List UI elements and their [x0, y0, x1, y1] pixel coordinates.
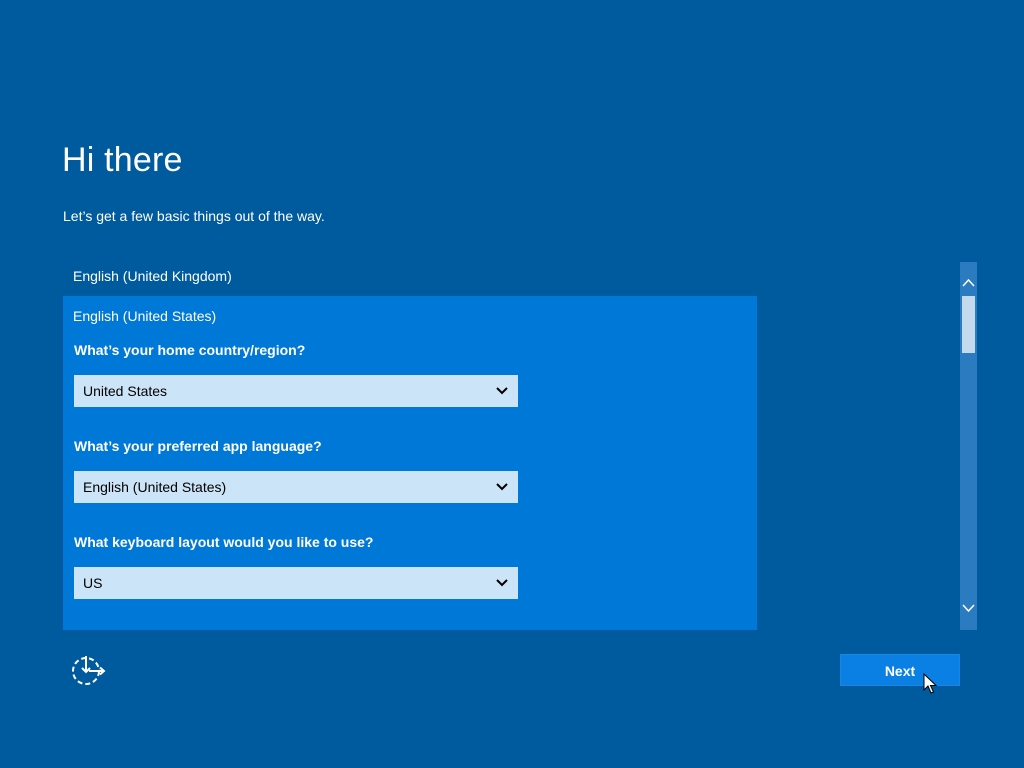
- page-title: Hi there: [62, 141, 183, 179]
- language-item-label: English (United States): [73, 308, 217, 324]
- keyboard-question: What keyboard layout would you like to u…: [74, 534, 374, 550]
- chevron-down-icon: [496, 387, 508, 395]
- language-item-label: English (United Kingdom): [73, 268, 232, 284]
- keyboard-select[interactable]: US: [74, 567, 518, 599]
- chevron-down-icon: [496, 483, 508, 491]
- scroll-up-arrow-icon[interactable]: [960, 274, 977, 292]
- country-select[interactable]: United States: [74, 375, 518, 407]
- page-subtitle: Let’s get a few basic things out of the …: [63, 208, 325, 224]
- app-language-select-value: English (United States): [83, 479, 227, 495]
- app-language-question: What’s your preferred app language?: [74, 438, 322, 454]
- country-question: What’s your home country/region?: [74, 342, 306, 358]
- oobe-screen: Hi there Let’s get a few basic things ou…: [0, 0, 1024, 768]
- language-item-en-gb[interactable]: English (United Kingdom): [63, 262, 757, 294]
- language-list: English (United Kingdom) English (United…: [63, 262, 757, 630]
- app-language-select[interactable]: English (United States): [74, 471, 518, 503]
- language-item-en-us[interactable]: English (United States) What’s your home…: [63, 296, 757, 630]
- ease-of-access-icon[interactable]: [69, 653, 107, 687]
- next-button[interactable]: Next: [840, 654, 960, 686]
- list-scrollbar[interactable]: [960, 262, 977, 630]
- country-select-value: United States: [83, 383, 168, 399]
- mouse-cursor-icon: [923, 673, 937, 694]
- scroll-thumb[interactable]: [962, 296, 975, 353]
- scroll-down-arrow-icon[interactable]: [960, 599, 977, 617]
- chevron-down-icon: [496, 579, 508, 587]
- keyboard-select-value: US: [83, 575, 103, 591]
